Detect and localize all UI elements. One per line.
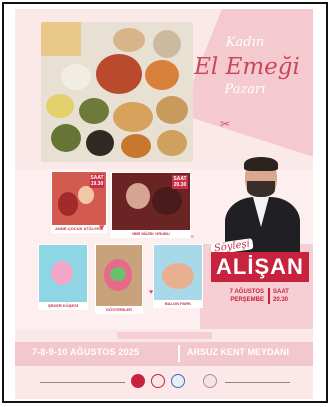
event-caption: NİBİ MÜZİK GRUBU [112,230,190,237]
title-line-1: Kadın [225,35,265,50]
heart-icon: ♥ [99,222,105,232]
partner-logo-3 [203,374,217,388]
event-tile-music: SAAT 20.30 NİBİ MÜZİK GRUBU [111,172,191,238]
concert-datetime: 7 AĞUSTOS PERŞEMBE SAAT 20.30 [211,286,309,308]
concert-date-weekday: PERŞEMBE [230,297,264,303]
event-caption: ANNE-ÇOCUK ATÖLYESİ [52,225,106,232]
divider [268,288,270,304]
event-time-badge: SAAT 19.30 [90,174,104,188]
partner-logo-2 [171,374,185,388]
handmade-food-photo [41,22,193,162]
divider [178,345,180,362]
scissors-icon: ✂ [220,117,231,131]
concert-time-label: SAAT [273,289,289,295]
partner-logo [151,374,165,388]
event-tile-balloon-park: BALON PARK [153,244,203,308]
event-time-badge: SAAT 20.30 [172,175,188,189]
concert-date-day: 7 AĞUSTOS [229,289,264,295]
decor-band [117,332,212,339]
event-poster: Kadın El Emeği Pazarı ✂ SAAT 19.30 ANNE-… [15,9,313,399]
event-caption: GÖSTERİLER [96,306,142,313]
heart-icon: ♥ [190,234,195,241]
footer-dates: 7-8-9-10 AĞUSTOS 2025 [32,347,140,357]
event-caption: BALON PARK [154,300,202,307]
event-tile-shows: GÖSTERİLER [95,244,143,314]
heart-icon: ♥ [149,289,154,296]
artist-name: ALİŞAN [211,252,309,282]
sponsor-logos [15,371,313,393]
event-tile-candy: ŞEKER KÖŞESİ [38,244,88,310]
title-line-3: Pazarı [224,82,266,97]
title-line-2: El Emeği [194,54,300,80]
event-caption: ŞEKER KÖŞESİ [39,302,87,309]
concert-time: 20.30 [273,297,289,303]
footer-place: ARSUZ KENT MEYDANI [187,347,290,357]
municipality-logo [131,374,145,388]
